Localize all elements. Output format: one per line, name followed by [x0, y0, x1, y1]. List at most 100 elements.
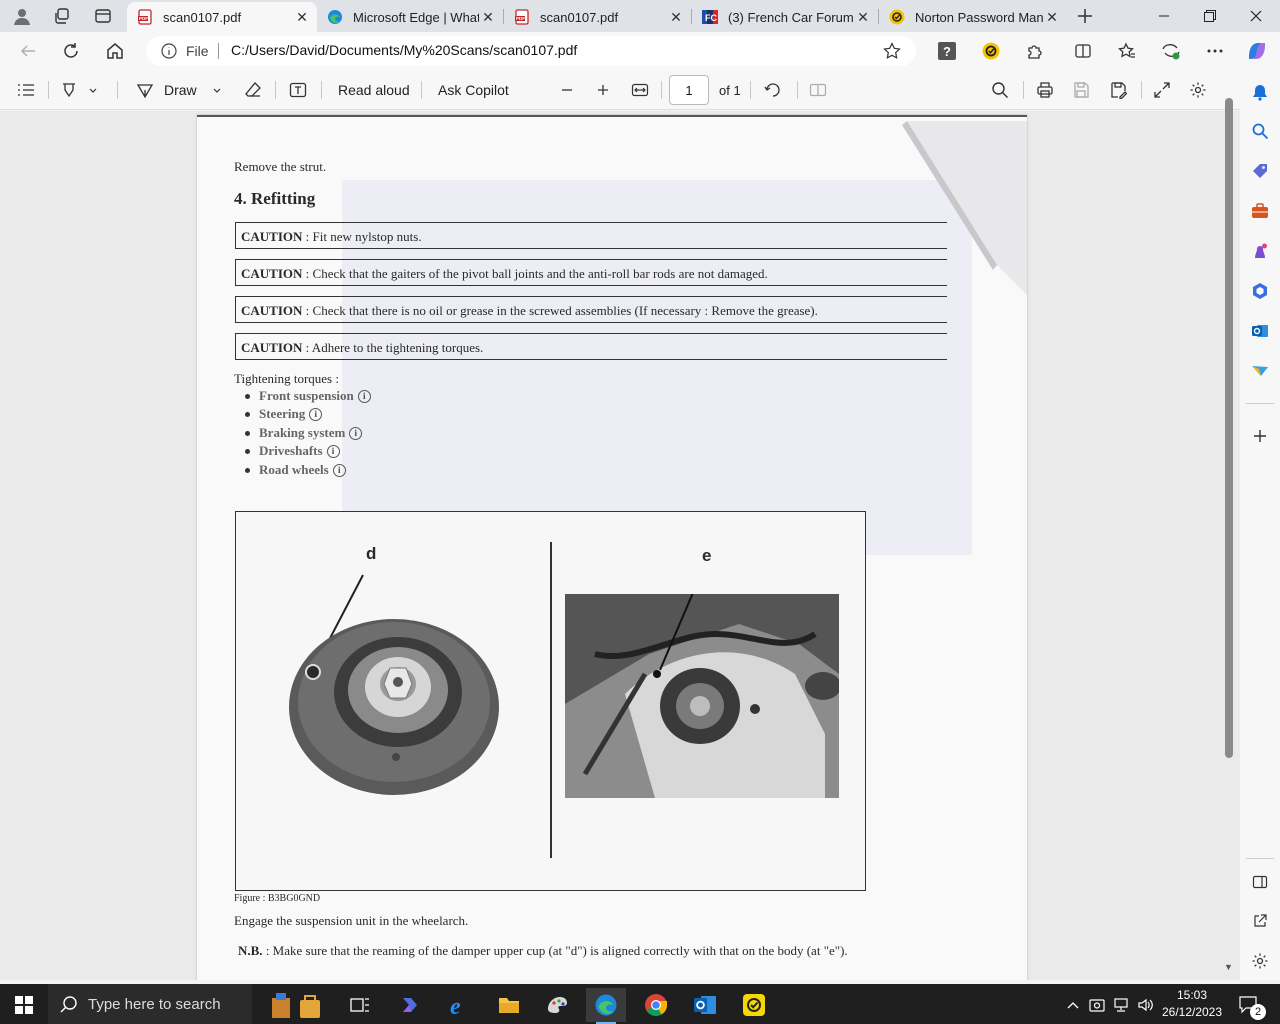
- caution-box: CAUTION : Check that the gaiters of the …: [235, 259, 947, 286]
- info-icon[interactable]: i: [349, 426, 363, 440]
- address-bar[interactable]: File C:/Users/David/Documents/My%20Scans…: [146, 36, 916, 66]
- print-icon[interactable]: [1036, 79, 1054, 101]
- copilot-taskbar-icon[interactable]: [390, 988, 430, 1022]
- caution-box: CAUTION : Adhere to the tightening torqu…: [235, 333, 947, 360]
- tab-microsoft-edge[interactable]: Microsoft Edge | What's ✕: [317, 2, 503, 32]
- refresh-icon[interactable]: [58, 38, 84, 64]
- read-aloud-button[interactable]: Read aloud: [338, 79, 410, 101]
- scrollbar-thumb[interactable]: [1225, 98, 1233, 758]
- close-tab-icon[interactable]: ✕: [854, 8, 872, 26]
- info-icon[interactable]: i: [357, 389, 371, 403]
- home-icon[interactable]: [102, 38, 128, 64]
- info-icon[interactable]: [161, 43, 177, 59]
- close-tab-icon[interactable]: ✕: [1043, 8, 1061, 26]
- save-as-icon[interactable]: [1109, 79, 1127, 101]
- tab-title: Norton Password Mana: [915, 9, 1043, 25]
- internet-explorer-icon[interactable]: e: [440, 988, 480, 1022]
- ask-copilot-button[interactable]: Ask Copilot: [438, 79, 509, 101]
- chrome-icon[interactable]: [636, 988, 676, 1022]
- info-icon[interactable]: i: [326, 444, 340, 458]
- figure-label-e: e: [702, 546, 712, 565]
- split-screen-icon[interactable]: [1070, 38, 1096, 64]
- shopping-icon[interactable]: [1248, 159, 1272, 183]
- rotate-icon[interactable]: [764, 79, 782, 101]
- profile-icon[interactable]: [9, 4, 35, 28]
- notification-center-icon[interactable]: 2: [1234, 988, 1266, 1022]
- pdf-settings-icon[interactable]: [1189, 79, 1207, 101]
- sidebar-settings-icon[interactable]: [1248, 949, 1272, 973]
- erase-icon[interactable]: [244, 79, 262, 101]
- favorites-icon[interactable]: [1114, 38, 1140, 64]
- windows-start-icon[interactable]: [4, 988, 44, 1022]
- norton-extension-icon[interactable]: [978, 38, 1004, 64]
- full-screen-icon[interactable]: [1153, 79, 1171, 101]
- scroll-down-icon[interactable]: ▼: [1224, 962, 1233, 972]
- url-text[interactable]: C:/Users/David/Documents/My%20Scans/scan…: [231, 42, 577, 58]
- extensions-icon[interactable]: [1022, 38, 1048, 64]
- pdf-viewer[interactable]: Remove the strut. 4. Refitting CAUTION :…: [0, 111, 1240, 980]
- close-tab-icon[interactable]: ✕: [479, 8, 497, 26]
- tab-scan0107[interactable]: PDF scan0107.pdf ✕: [504, 2, 691, 32]
- drop-icon[interactable]: [1248, 359, 1272, 383]
- favorite-star-icon[interactable]: [883, 42, 901, 60]
- highlight-dropdown-icon[interactable]: [88, 79, 98, 101]
- open-external-icon[interactable]: [1248, 909, 1272, 933]
- copilot-icon[interactable]: [1244, 38, 1270, 64]
- microsoft-365-icon[interactable]: [1248, 279, 1272, 303]
- info-icon[interactable]: i: [309, 407, 323, 421]
- browser-essentials-icon[interactable]: [1158, 38, 1184, 64]
- zoom-in-icon[interactable]: [596, 79, 610, 101]
- contents-icon[interactable]: [16, 79, 36, 101]
- page-view-icon[interactable]: [809, 79, 827, 101]
- add-text-icon[interactable]: [289, 79, 307, 101]
- damper-upper-cup-illustration: [289, 574, 499, 795]
- norton-taskbar-icon[interactable]: [734, 988, 774, 1022]
- close-tab-icon[interactable]: ✕: [667, 8, 685, 26]
- tab-french-car-forum[interactable]: FC (3) French Car Forum - ✕: [692, 2, 878, 32]
- volume-icon[interactable]: [1134, 988, 1156, 1022]
- clock-time[interactable]: 15:03: [1160, 988, 1224, 1002]
- new-tab-icon[interactable]: [1072, 4, 1098, 28]
- fit-to-width-icon[interactable]: [631, 79, 649, 101]
- tools-icon[interactable]: [1248, 199, 1272, 223]
- doc-engage-suspension: Engage the suspension unit in the wheela…: [234, 913, 469, 928]
- outlook-taskbar-icon[interactable]: [685, 988, 725, 1022]
- task-view-icon[interactable]: [340, 988, 380, 1022]
- close-window-icon[interactable]: [1233, 0, 1279, 32]
- outlook-icon[interactable]: [1248, 319, 1272, 343]
- file-explorer-icon[interactable]: [489, 988, 529, 1022]
- draw-button[interactable]: Draw: [136, 79, 197, 101]
- settings-more-icon[interactable]: [1202, 38, 1228, 64]
- games-icon[interactable]: [1248, 239, 1272, 263]
- hide-sidebar-icon[interactable]: [1248, 870, 1272, 894]
- search-icon[interactable]: [1248, 119, 1272, 143]
- news-widget-icon[interactable]: [258, 988, 334, 1022]
- taskbar-search-box[interactable]: Type here to search: [48, 984, 252, 1024]
- clock-date[interactable]: 26/12/2023: [1160, 1005, 1224, 1019]
- save-icon[interactable]: [1072, 79, 1090, 101]
- app-tray-icon[interactable]: [1086, 988, 1108, 1022]
- close-tab-icon[interactable]: ✕: [293, 8, 311, 26]
- back-icon[interactable]: [15, 38, 41, 64]
- page-number-input[interactable]: 1: [669, 75, 709, 105]
- tab-norton-password-manager[interactable]: Norton Password Mana ✕: [879, 2, 1067, 32]
- tab-scan0107-active[interactable]: PDF scan0107.pdf ✕: [127, 2, 317, 32]
- info-icon[interactable]: i: [332, 463, 346, 477]
- paint-app-icon[interactable]: [537, 988, 577, 1022]
- tab-actions-icon[interactable]: [90, 4, 116, 28]
- edge-taskbar-icon[interactable]: [586, 988, 626, 1024]
- show-hidden-icons[interactable]: [1062, 988, 1084, 1022]
- restore-icon[interactable]: [1187, 0, 1233, 32]
- add-sidebar-app-icon[interactable]: [1248, 424, 1272, 448]
- workspaces-icon[interactable]: [49, 4, 75, 28]
- help-extension-icon[interactable]: ?: [934, 38, 960, 64]
- find-icon[interactable]: [991, 79, 1009, 101]
- highlight-icon[interactable]: [60, 79, 78, 101]
- minimize-icon[interactable]: [1141, 0, 1187, 32]
- search-icon: [60, 995, 78, 1013]
- draw-dropdown-icon[interactable]: [212, 79, 222, 101]
- address-bar-row: File C:/Users/David/Documents/My%20Scans…: [0, 32, 1280, 70]
- zoom-out-icon[interactable]: [560, 79, 574, 101]
- notifications-icon[interactable]: [1248, 80, 1272, 104]
- network-icon[interactable]: [1110, 988, 1132, 1022]
